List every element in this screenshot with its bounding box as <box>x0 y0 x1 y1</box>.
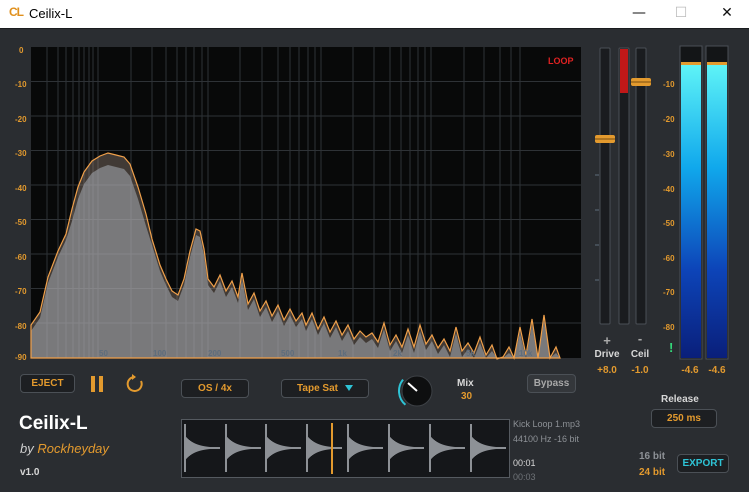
app-icon: CL <box>9 5 24 19</box>
minimize-button[interactable]: — <box>624 3 654 23</box>
bypass-button[interactable]: Bypass <box>527 374 576 393</box>
drive-gain-indicator <box>620 49 628 93</box>
db-label-60: -60 <box>15 253 27 262</box>
db-label-0: 0 <box>19 46 24 55</box>
playhead[interactable] <box>331 423 333 474</box>
ceil-value: -1.0 <box>631 365 649 376</box>
export-button[interactable]: EXPORT <box>677 454 729 473</box>
freq-label-1k: 1k <box>338 349 347 358</box>
freq-label-50: 50 <box>99 349 108 358</box>
meter-left-peak <box>681 62 701 65</box>
loop-icon[interactable] <box>125 373 145 394</box>
meter-right-peak <box>707 62 727 65</box>
waveform-svg <box>184 423 506 474</box>
meter-scale-60: -60 <box>663 254 675 263</box>
freq-label-2k: 2k <box>393 349 402 358</box>
db-label-20: -20 <box>15 115 27 124</box>
meter-right-level <box>707 65 727 358</box>
freq-label-500: 500 <box>281 349 295 358</box>
release-value-field[interactable]: 250 ms <box>651 409 717 428</box>
maximize-button[interactable]: ☐ <box>666 3 696 23</box>
pause-icon[interactable] <box>88 374 106 394</box>
db-label-50: -50 <box>15 218 27 227</box>
plugin-title: Ceilix-L <box>19 413 88 434</box>
plugin-body: 0 -10 -20 -30 -40 -50 -60 -70 -80 -90 50… <box>0 28 749 492</box>
time-current: 00:01 <box>513 458 536 468</box>
drive-fader-handle[interactable] <box>595 135 615 143</box>
faders-svg <box>595 47 651 325</box>
meter-left-value: -4.6 <box>681 365 699 376</box>
db-label-70: -70 <box>15 287 27 296</box>
mix-label: Mix <box>457 378 474 389</box>
meter-scale-40: -40 <box>663 185 675 194</box>
ceil-minus-sign: - <box>637 331 643 346</box>
eject-button[interactable]: EJECT <box>20 374 75 393</box>
output-meters: -10 -20 -30 -40 -50 -60 -70 -80 ! <box>663 45 729 360</box>
spectrum-svg: 0 -10 -20 -30 -40 -50 -60 -70 -80 -90 50… <box>15 46 581 361</box>
plugin-byline: by Rockheyday <box>20 441 109 456</box>
mix-knob[interactable] <box>396 371 440 413</box>
plugin-author: Rockheyday <box>37 441 109 456</box>
bit-depth-16[interactable]: 16 bit <box>639 451 665 462</box>
file-name: Kick Loop 1.mp3 <box>513 419 581 429</box>
oversampling-button[interactable]: OS / 4x <box>181 379 249 398</box>
ceil-label: Ceil <box>630 349 650 360</box>
db-label-10: -10 <box>15 80 27 89</box>
freq-label-100: 100 <box>153 349 167 358</box>
window-titlebar: CL Ceilix-L — ☐ ✕ <box>0 0 749 28</box>
db-label-30: -30 <box>15 149 27 158</box>
meter-scale-10: -10 <box>663 80 675 89</box>
waveform-display[interactable] <box>181 419 510 478</box>
drive-value: +8.0 <box>597 365 617 376</box>
clip-warning-icon: ! <box>669 340 673 355</box>
plugin-version: v1.0 <box>20 467 40 478</box>
meter-right-value: -4.6 <box>708 365 726 376</box>
saturation-label: Tape Sat <box>297 383 338 394</box>
file-format: 44100 Hz -16 bit <box>513 434 580 444</box>
byline-prefix: by <box>20 441 34 456</box>
loop-indicator[interactable]: LOOP <box>548 56 574 66</box>
time-total: 00:03 <box>513 472 536 482</box>
db-label-40: -40 <box>15 184 27 193</box>
meter-left-level <box>681 65 701 358</box>
mix-value: 30 <box>461 391 473 402</box>
window-title: Ceilix-L <box>29 6 73 21</box>
dropdown-arrow-icon <box>344 385 353 392</box>
meter-scale-50: -50 <box>663 219 675 228</box>
saturation-dropdown[interactable]: Tape Sat <box>281 379 369 398</box>
meter-scale-70: -70 <box>663 288 675 297</box>
freq-label-10k: 10k <box>519 349 533 358</box>
freq-label-5k: 5k <box>466 349 475 358</box>
ceil-fader-handle[interactable] <box>631 78 651 86</box>
bit-depth-24[interactable]: 24 bit <box>639 467 665 478</box>
meter-scale-30: -30 <box>663 150 675 159</box>
drive-plus-sign: + <box>603 333 611 348</box>
freq-label-200: 200 <box>208 349 222 358</box>
db-label-90: -90 <box>15 353 27 361</box>
release-label: Release <box>661 394 699 405</box>
close-button[interactable]: ✕ <box>712 3 742 23</box>
drive-label: Drive <box>594 349 620 360</box>
meter-scale-20: -20 <box>663 115 675 124</box>
spectrum-analyzer: 0 -10 -20 -30 -40 -50 -60 -70 -80 -90 50… <box>0 29 585 361</box>
db-label-80: -80 <box>15 322 27 331</box>
meter-scale-80: -80 <box>663 323 675 332</box>
